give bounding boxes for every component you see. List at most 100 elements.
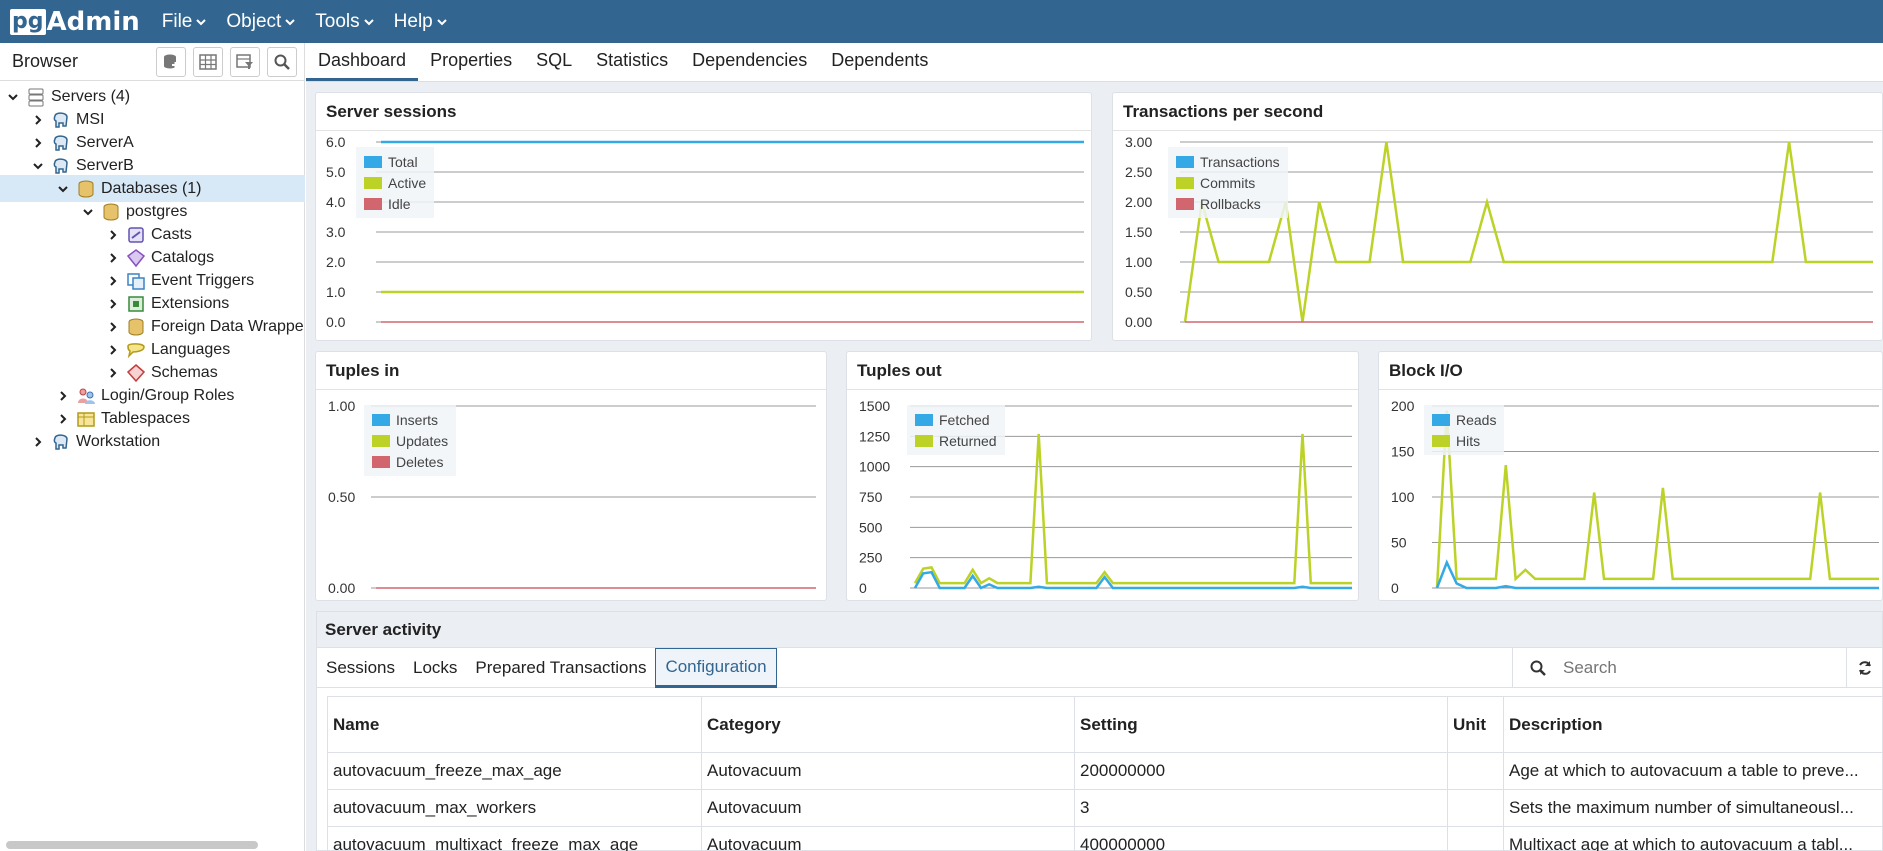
- series-line-returned: [913, 433, 1352, 585]
- server-sessions-panel: Server sessions 6.0 5.0 4.0 3.0 2.0 1.0 0.0 Tot…: [315, 92, 1092, 341]
- search-objects-button[interactable]: [267, 46, 297, 77]
- legend-swatch: [364, 197, 382, 210]
- search-icon: [1513, 659, 1563, 677]
- legend-label: Commits: [1200, 174, 1256, 191]
- tree-node[interactable]: Workstation: [31, 428, 160, 455]
- chevron-down-icon[interactable]: [81, 205, 95, 219]
- chevron-right-icon[interactable]: [106, 366, 120, 380]
- y-tick-label: 500: [859, 519, 883, 535]
- tab-sql[interactable]: SQL: [524, 50, 584, 81]
- chevron-down-icon[interactable]: [31, 159, 45, 173]
- legend-item: Deletes: [372, 451, 448, 472]
- table-row[interactable]: autovacuum_max_workers Autovacuum 3 Sets th…: [327, 789, 1883, 827]
- elephant-icon: [51, 110, 71, 130]
- legend-swatch: [1432, 413, 1450, 426]
- chevron-right-icon[interactable]: [106, 228, 120, 242]
- menu-tools[interactable]: Tools: [315, 11, 374, 33]
- column-category[interactable]: Category: [701, 696, 1075, 753]
- chevron-right-icon[interactable]: [56, 412, 70, 426]
- chart-legend: Inserts Updates Deletes: [364, 405, 457, 476]
- refresh-button[interactable]: [1846, 648, 1882, 688]
- chevron-down-icon[interactable]: [6, 90, 20, 104]
- fdw-icon: [126, 317, 146, 337]
- chevron-right-icon[interactable]: [31, 136, 45, 150]
- legend-label: Returned: [939, 432, 997, 449]
- tree-node-label: Foreign Data Wrappe: [151, 317, 304, 335]
- main-area: Dashboard Properties SQL Statistics Depe…: [306, 43, 1883, 851]
- legend-label: Reads: [1456, 411, 1497, 428]
- y-tick-label: 1.0: [326, 284, 346, 300]
- column-name[interactable]: Name: [327, 696, 702, 753]
- panel-title: Block I/O: [1379, 352, 1882, 390]
- panel-title: Server sessions: [316, 93, 1091, 131]
- top-navbar: pg Admin File Object Tools Help: [0, 0, 1883, 43]
- table-header-row: Name Category Setting Unit Description: [327, 696, 1883, 753]
- y-tick-label: 50: [1391, 535, 1407, 551]
- chevron-right-icon[interactable]: [106, 297, 120, 311]
- block-io-panel: Block I/O 200 150 100 50 0 Reads Hits: [1378, 351, 1883, 601]
- y-tick-label: 0.00: [328, 580, 355, 596]
- y-tick-label: 1500: [859, 398, 890, 414]
- browser-title: Browser: [12, 51, 79, 71]
- chevron-right-icon[interactable]: [31, 113, 45, 127]
- table-row[interactable]: autovacuum_multixact_freeze_max_age Autov…: [327, 826, 1883, 851]
- y-tick-label: 3.0: [326, 224, 346, 240]
- tab-properties[interactable]: Properties: [418, 50, 524, 81]
- tab-dependencies[interactable]: Dependencies: [680, 50, 819, 81]
- filtered-rows-button[interactable]: [230, 46, 260, 77]
- legend-label: Idle: [388, 195, 411, 212]
- catalogs-icon: [126, 248, 146, 268]
- y-tick-label: 6.0: [326, 134, 346, 150]
- tab-configuration[interactable]: Configuration: [655, 647, 777, 688]
- event-triggers-icon: [126, 271, 146, 291]
- server-activity-panel: Server activity Sessions Locks Prepared …: [316, 611, 1883, 851]
- search-input[interactable]: [1563, 658, 1846, 678]
- query-tool-button[interactable]: [156, 46, 186, 77]
- chevron-right-icon[interactable]: [31, 435, 45, 449]
- chevron-right-icon[interactable]: [106, 320, 120, 334]
- tab-prepared-transactions[interactable]: Prepared Transactions: [466, 648, 655, 688]
- legend-swatch: [364, 155, 382, 168]
- tree-node-label: MSI: [76, 110, 105, 128]
- table-cell: [1447, 826, 1504, 851]
- y-tick-label: 1000: [859, 459, 890, 475]
- horizontal-scrollbar[interactable]: [6, 841, 258, 849]
- chevron-right-icon[interactable]: [106, 274, 120, 288]
- tree-node-label: Languages: [151, 340, 231, 358]
- column-unit[interactable]: Unit: [1447, 696, 1504, 753]
- legend-label: Transactions: [1200, 153, 1280, 170]
- configuration-table: Name Category Setting Unit Description a…: [327, 696, 1883, 851]
- legend-item: Active: [364, 172, 426, 193]
- table-row[interactable]: autovacuum_freeze_max_age Autovacuum 20000…: [327, 752, 1883, 790]
- chevron-right-icon[interactable]: [56, 389, 70, 403]
- database-query-icon: [164, 54, 179, 68]
- table-cell: [1447, 789, 1504, 827]
- chevron-right-icon[interactable]: [106, 343, 120, 357]
- menu-file[interactable]: File: [162, 11, 207, 33]
- column-description[interactable]: Description: [1503, 696, 1883, 753]
- y-tick-label: 250: [859, 550, 883, 566]
- chevron-down-icon[interactable]: [56, 182, 70, 196]
- menu-object[interactable]: Object: [226, 11, 296, 33]
- table-cell: Autovacuum: [701, 789, 1075, 827]
- panel-title: Transactions per second: [1113, 93, 1882, 131]
- column-setting[interactable]: Setting: [1074, 696, 1448, 753]
- panel-title: Tuples in: [316, 352, 826, 390]
- tab-sessions[interactable]: Sessions: [317, 648, 404, 688]
- tab-dashboard[interactable]: Dashboard: [306, 50, 419, 81]
- roles-icon: [76, 386, 96, 406]
- tab-statistics[interactable]: Statistics: [584, 50, 680, 81]
- tab-dependents[interactable]: Dependents: [819, 50, 940, 81]
- table-cell: Autovacuum: [701, 826, 1075, 851]
- y-tick-label: 1.50: [1125, 224, 1152, 240]
- extensions-icon: [126, 294, 146, 314]
- schemas-icon: [126, 363, 146, 383]
- databases-icon: [76, 179, 96, 199]
- chevron-right-icon[interactable]: [106, 251, 120, 265]
- view-data-button[interactable]: [193, 46, 223, 77]
- legend-swatch: [915, 413, 933, 426]
- legend-label: Total: [388, 153, 418, 170]
- logo-pg: pg: [10, 8, 46, 35]
- menu-help[interactable]: Help: [394, 11, 447, 33]
- tab-locks[interactable]: Locks: [404, 648, 466, 688]
